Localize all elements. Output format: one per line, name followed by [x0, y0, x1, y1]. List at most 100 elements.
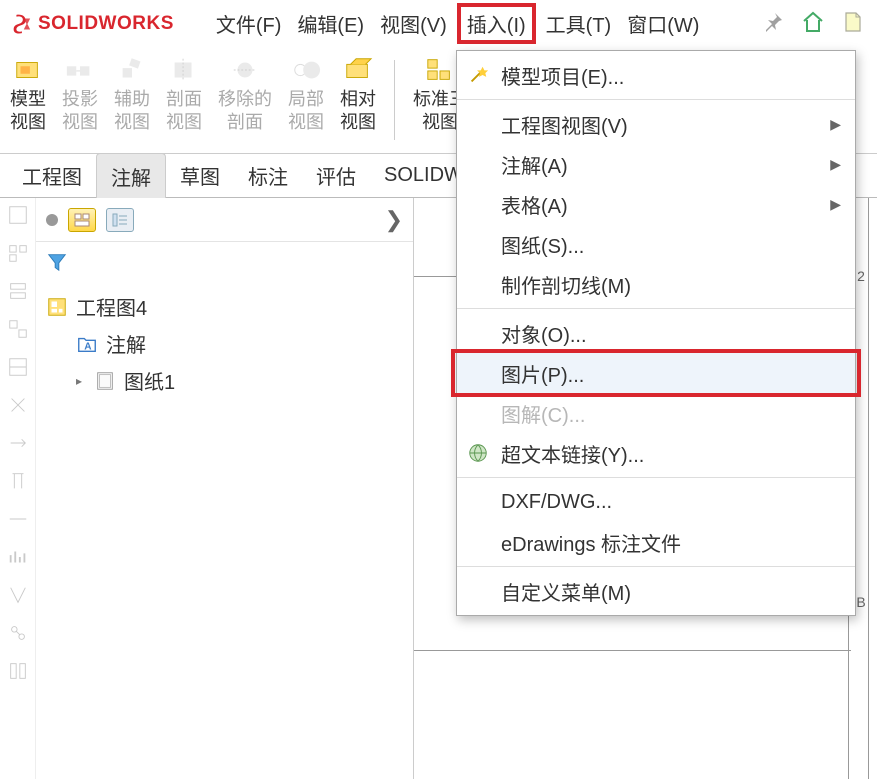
menu-item-edrawings-markup[interactable]: eDrawings 标注文件 [457, 522, 855, 562]
dd-label: 注解(A) [501, 150, 568, 179]
ribbon-removed-section[interactable]: 移除的剖面 [218, 56, 272, 135]
tree-node-annotations[interactable]: A 注解 [74, 325, 405, 362]
ribbon-label: 相对 [340, 89, 376, 109]
ribbon-label: 视图 [288, 112, 324, 132]
tab-drawing[interactable]: 工程图 [8, 153, 96, 198]
ribbon-relative-view[interactable]: 相对视图 [340, 56, 376, 135]
vstrip-icon-1[interactable] [7, 204, 29, 226]
vstrip-icon-11[interactable] [7, 584, 29, 606]
submenu-arrow-icon: ▶ [830, 196, 841, 213]
ribbon-section-view[interactable]: 剖面视图 [166, 56, 202, 135]
menu-item-annotations[interactable]: 注解(A) ▶ [457, 144, 855, 184]
vstrip-icon-2[interactable] [7, 242, 29, 264]
ribbon-label: 模型 [10, 89, 46, 109]
menu-separator [457, 477, 855, 478]
tab-markup[interactable]: 标注 [234, 153, 302, 198]
vstrip-icon-10[interactable] [7, 546, 29, 568]
vstrip-icon-5[interactable] [7, 356, 29, 378]
menu-item-make-section-line[interactable]: 制作剖切线(M) [457, 264, 855, 304]
ribbon-label: 局部 [288, 89, 324, 109]
menu-item-tables[interactable]: 表格(A) ▶ [457, 184, 855, 224]
list-icon [112, 213, 128, 227]
removed-section-icon [230, 56, 260, 84]
standard-3view-icon [425, 56, 455, 84]
menu-file[interactable]: 文件(F) [210, 5, 288, 42]
annotations-folder-icon: A [76, 333, 98, 355]
ribbon-label: 视图 [166, 112, 202, 132]
vstrip-icon-3[interactable] [7, 280, 29, 302]
left-toolstrip [0, 198, 36, 779]
tree-layout-btn-2[interactable] [106, 208, 134, 232]
tree-expand-icon[interactable]: ▸ [76, 374, 86, 388]
vstrip-icon-6[interactable] [7, 394, 29, 416]
tree-root[interactable]: 工程图4 [44, 288, 405, 325]
feature-tree-panel: ❯ 工程图4 A 注解 ▸ 图纸1 [36, 198, 414, 779]
menu-view[interactable]: 视图(V) [374, 5, 453, 42]
vstrip-icon-7[interactable] [7, 432, 29, 454]
layout-icon [74, 213, 90, 227]
ribbon-detail-view[interactable]: 局部视图 [288, 56, 324, 135]
tree-filter-row [36, 242, 413, 282]
globe-icon [467, 442, 489, 464]
dd-label: 模型项目(E)... [501, 61, 624, 90]
menubar: SOLIDWORKS 文件(F) 编辑(E) 视图(V) 插入(I) 工具(T)… [0, 0, 877, 48]
ribbon-label: 视图 [62, 112, 98, 132]
dd-label: 制作剖切线(M) [501, 270, 631, 299]
tree-node-sheet1[interactable]: ▸ 图纸1 [74, 362, 405, 399]
menu-item-picture[interactable]: 图片(P)... [457, 353, 855, 393]
ribbon-separator [394, 60, 395, 140]
tree-panel-header: ❯ [36, 198, 413, 242]
menu-item-model-items[interactable]: 模型项目(E)... [457, 55, 855, 95]
sheet-icon [94, 370, 116, 392]
menu-tools[interactable]: 工具(T) [540, 5, 618, 42]
menu-item-drawing-views[interactable]: 工程图视图(V) ▶ [457, 104, 855, 144]
dd-label: 自定义菜单(M) [501, 577, 631, 606]
vstrip-icon-13[interactable] [7, 660, 29, 682]
sheet-zone-line [414, 650, 851, 651]
vstrip-icon-8[interactable] [7, 470, 29, 492]
dd-label: DXF/DWG... [501, 491, 612, 514]
dd-label: eDrawings 标注文件 [501, 528, 681, 557]
dd-label: 超文本链接(Y)... [501, 439, 644, 468]
tree-layout-btn-1[interactable] [68, 208, 96, 232]
new-doc-icon[interactable] [841, 10, 865, 34]
dd-label: 表格(A) [501, 190, 568, 219]
vstrip-icon-9[interactable] [7, 508, 29, 530]
menu-insert[interactable]: 插入(I) [457, 3, 536, 44]
menu-edit[interactable]: 编辑(E) [291, 5, 370, 42]
tab-evaluate[interactable]: 评估 [302, 153, 370, 198]
pin-icon[interactable] [761, 10, 785, 34]
ribbon-model-view[interactable]: 模型视图 [10, 56, 46, 135]
drawing-doc-icon [46, 296, 68, 318]
menu-separator [457, 99, 855, 100]
submenu-arrow-icon: ▶ [830, 116, 841, 133]
vstrip-icon-12[interactable] [7, 622, 29, 644]
menu-item-object[interactable]: 对象(O)... [457, 313, 855, 353]
ribbon-auxiliary-view[interactable]: 辅助视图 [114, 56, 150, 135]
menubar-items: 文件(F) 编辑(E) 视图(V) 插入(I) 工具(T) 窗口(W) [210, 3, 706, 44]
section-view-icon [169, 56, 199, 84]
insert-menu-dropdown: 模型项目(E)... 工程图视图(V) ▶ 注解(A) ▶ 表格(A) ▶ 图纸… [456, 50, 856, 616]
app-name: SOLIDWORKS [38, 13, 174, 35]
tree-status-dot [46, 214, 58, 226]
detail-view-icon [291, 56, 321, 84]
ribbon-label: 视图 [10, 112, 46, 132]
dd-label: 图片(P)... [501, 359, 584, 388]
menu-item-customize-menu[interactable]: 自定义菜单(M) [457, 571, 855, 611]
model-view-icon [13, 56, 43, 84]
menu-item-hyperlink[interactable]: 超文本链接(Y)... [457, 433, 855, 473]
wand-icon [467, 64, 489, 86]
home-icon[interactable] [801, 10, 825, 34]
vstrip-icon-4[interactable] [7, 318, 29, 340]
ribbon-label: 视图 [422, 112, 458, 132]
menu-item-sheet[interactable]: 图纸(S)... [457, 224, 855, 264]
ribbon-projected-view[interactable]: 投影视图 [62, 56, 98, 135]
ribbon-label: 剖面 [166, 89, 202, 109]
relative-view-icon [343, 56, 373, 84]
tab-annotation[interactable]: 注解 [96, 153, 166, 199]
tree-collapse-chevron[interactable]: ❯ [385, 207, 403, 233]
tab-sketch[interactable]: 草图 [166, 153, 234, 198]
menu-window[interactable]: 窗口(W) [621, 5, 705, 42]
menu-item-dxf-dwg[interactable]: DXF/DWG... [457, 482, 855, 522]
filter-icon[interactable] [46, 251, 68, 273]
